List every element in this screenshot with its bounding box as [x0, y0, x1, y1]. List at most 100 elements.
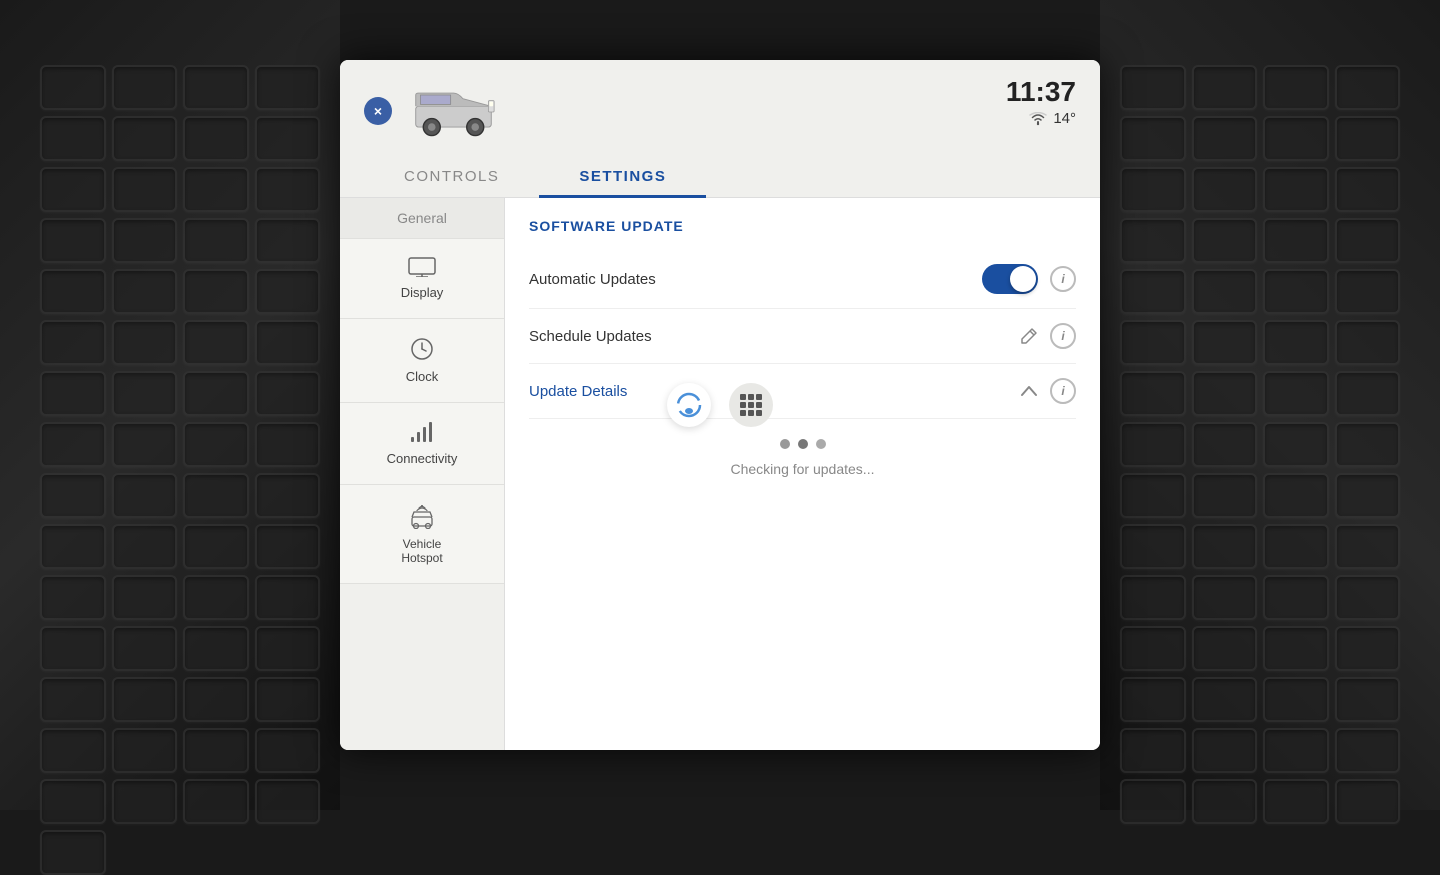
grille-cell	[1335, 677, 1401, 722]
grille-cell	[112, 779, 178, 824]
grille-cell	[1263, 575, 1329, 620]
loading-dot-3	[816, 439, 826, 449]
truck-icon	[411, 84, 496, 139]
sidebar-item-connectivity[interactable]: Connectivity	[340, 403, 504, 485]
grille-cell	[40, 830, 106, 875]
setting-row-schedule-updates: Schedule Updates i	[529, 309, 1076, 364]
grille-cell	[255, 575, 321, 620]
info-icon: i	[1061, 329, 1064, 343]
grille-cell	[1120, 65, 1186, 110]
setting-row-update-details[interactable]: Update Details i	[529, 364, 1076, 419]
grille-cell	[1335, 269, 1401, 314]
grille-cell	[183, 575, 249, 620]
grille-cell	[1120, 167, 1186, 212]
sidebar-item-clock[interactable]: Clock	[340, 319, 504, 403]
grille-cell	[255, 116, 321, 161]
automatic-updates-info-button[interactable]: i	[1050, 266, 1076, 292]
close-button[interactable]: ×	[364, 97, 392, 125]
alexa-button[interactable]	[667, 383, 711, 427]
info-icon: i	[1061, 384, 1064, 398]
vehicle-hotspot-icon	[407, 503, 437, 529]
grille-cell	[183, 269, 249, 314]
grille-cell	[1335, 422, 1401, 467]
grille-cell	[1120, 575, 1186, 620]
edit-icon[interactable]	[1020, 327, 1038, 345]
grille-cell	[1263, 218, 1329, 263]
infotainment-screen: ×	[340, 60, 1100, 750]
grille-cell	[112, 626, 178, 671]
sidebar-item-label: General	[397, 210, 447, 226]
grille-cell	[255, 677, 321, 722]
header-status: 11:37 14°	[1006, 78, 1076, 127]
grille-cell	[112, 218, 178, 263]
grille-cell	[40, 779, 106, 824]
update-details-info-button[interactable]: i	[1050, 378, 1076, 404]
grille-cell	[183, 371, 249, 416]
left-grille-texture	[40, 65, 320, 745]
tab-bar: CONTROLS SETTINGS	[340, 158, 1100, 198]
vehicle-thumbnail	[408, 81, 498, 141]
tab-controls[interactable]: CONTROLS	[364, 158, 539, 198]
update-details-action: i	[1020, 378, 1076, 404]
grille-cell	[40, 269, 106, 314]
grille-cell	[40, 677, 106, 722]
connectivity-icon	[409, 421, 435, 443]
grid-dot	[748, 410, 754, 416]
grille-cell	[1263, 320, 1329, 365]
tab-settings[interactable]: SETTINGS	[539, 158, 706, 198]
grille-cell	[183, 320, 249, 365]
grille-cell	[112, 422, 178, 467]
grille-cell	[1335, 575, 1401, 620]
grille-cell	[1335, 779, 1401, 824]
grille-cell	[40, 524, 106, 569]
grille-cell	[183, 65, 249, 110]
header-left-section: ×	[364, 81, 498, 141]
schedule-updates-info-button[interactable]: i	[1050, 323, 1076, 349]
grille-cell	[255, 320, 321, 365]
grille-cell	[183, 422, 249, 467]
grille-cell	[1263, 626, 1329, 671]
grille-cell	[1335, 320, 1401, 365]
sidebar-item-vehicle-hotspot[interactable]: VehicleHotspot	[340, 485, 504, 584]
grid-dot	[748, 394, 754, 400]
toggle-knob	[1010, 266, 1036, 292]
grille-cell	[1263, 65, 1329, 110]
grid-dot	[748, 402, 754, 408]
grille-cell	[112, 677, 178, 722]
grille-cell	[40, 320, 106, 365]
automatic-updates-toggle[interactable]	[982, 264, 1038, 294]
grille-cell	[1335, 728, 1401, 773]
grille-cell	[112, 167, 178, 212]
grille-cell	[1263, 728, 1329, 773]
chevron-up-icon[interactable]	[1020, 385, 1038, 397]
grid-dot	[740, 402, 746, 408]
info-icon: i	[1061, 272, 1064, 286]
grille-cell	[1335, 626, 1401, 671]
left-grille-panel	[0, 0, 340, 810]
grille-cell	[1263, 167, 1329, 212]
sidebar-item-display[interactable]: Display	[340, 239, 504, 319]
grille-cell	[1120, 677, 1186, 722]
grille-cell	[255, 473, 321, 518]
sidebar-item-general[interactable]: General	[340, 198, 504, 239]
grille-cell	[1263, 116, 1329, 161]
grid-dot	[740, 410, 746, 416]
grille-cell	[1192, 473, 1258, 518]
grille-cell	[1120, 473, 1186, 518]
grille-cell	[1192, 167, 1258, 212]
right-grille-panel	[1100, 0, 1440, 810]
sidebar-item-label: Display	[401, 285, 444, 300]
right-grille-texture	[1120, 65, 1400, 745]
grille-cell	[40, 728, 106, 773]
app-grid-button[interactable]	[729, 383, 773, 427]
update-details-label: Update Details	[529, 383, 1020, 400]
grille-cell	[112, 473, 178, 518]
section-title: SOFTWARE UPDATE	[529, 218, 1076, 234]
grille-cell	[255, 728, 321, 773]
setting-row-automatic-updates: Automatic Updates i	[529, 250, 1076, 309]
main-content-area: General Display Clock	[340, 198, 1100, 750]
grille-cell	[183, 524, 249, 569]
grille-cell	[183, 167, 249, 212]
grille-cell	[1335, 65, 1401, 110]
grille-cell	[40, 65, 106, 110]
